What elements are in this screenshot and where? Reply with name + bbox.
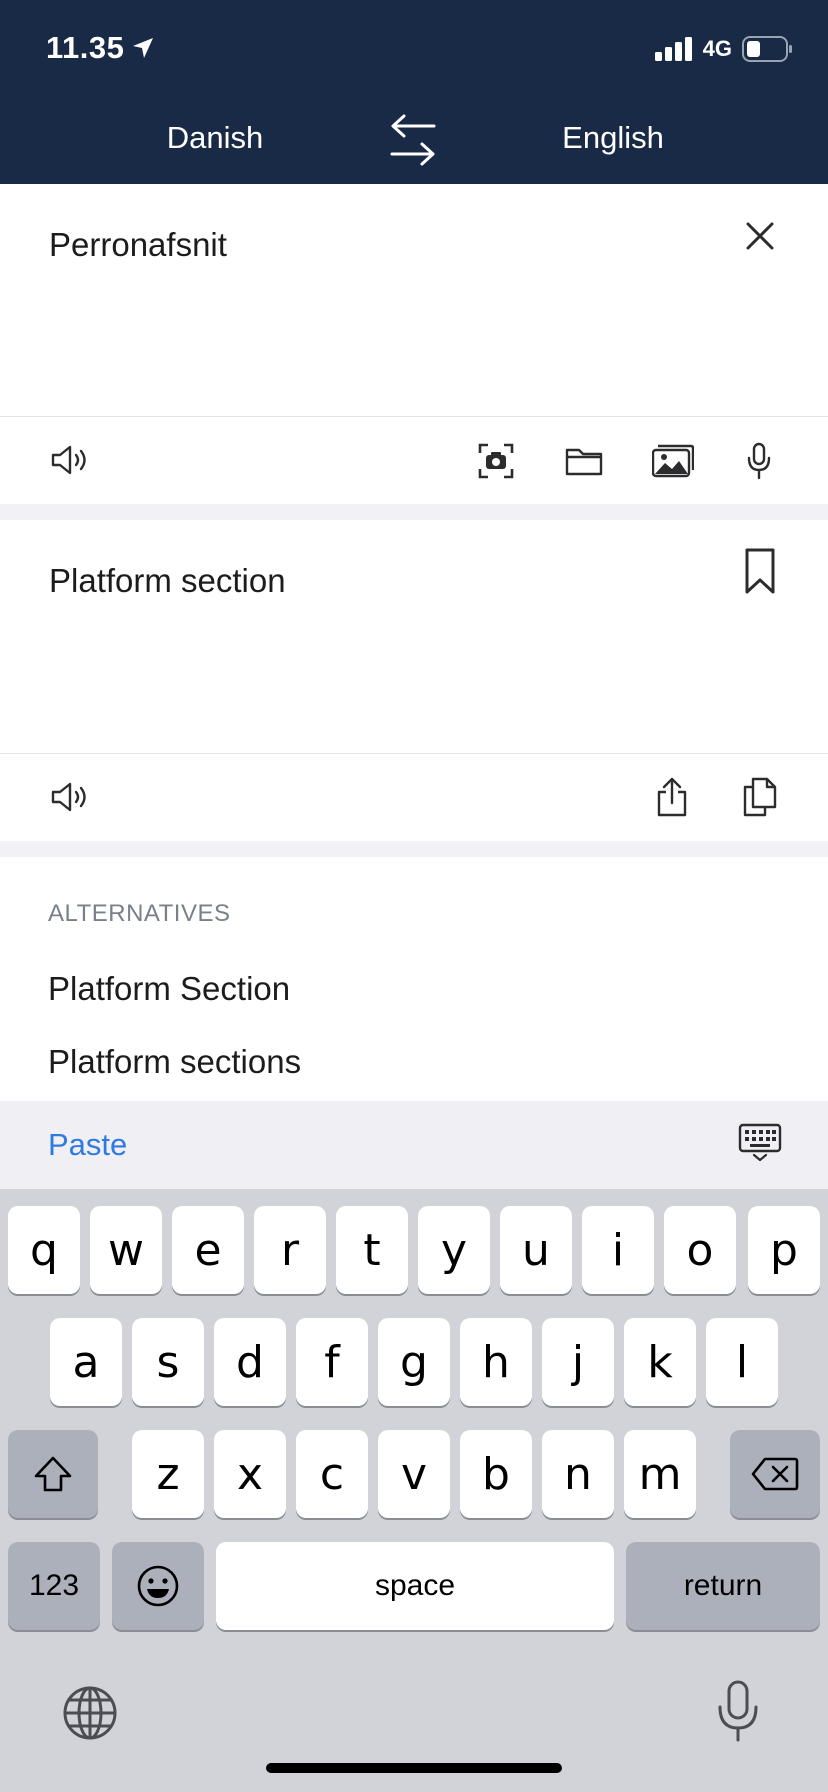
home-indicator — [266, 1763, 562, 1773]
key-u[interactable]: u — [500, 1206, 572, 1294]
panel-separator — [0, 841, 828, 857]
status-indicators: 4G — [654, 36, 794, 62]
key-v[interactable]: v — [378, 1430, 450, 1518]
photo-library-icon[interactable] — [652, 444, 694, 478]
bookmark-icon[interactable] — [744, 548, 776, 594]
microphone-icon[interactable] — [746, 442, 772, 480]
share-icon[interactable] — [656, 777, 688, 817]
keyboard-dismiss-icon[interactable] — [738, 1123, 782, 1163]
alternative-item[interactable]: Platform Section — [48, 970, 290, 1008]
space-key[interactable]: space — [216, 1542, 614, 1630]
key-y[interactable]: y — [418, 1206, 490, 1294]
camera-scan-icon[interactable] — [478, 443, 514, 479]
key-x[interactable]: x — [214, 1430, 286, 1518]
numbers-key[interactable]: 123 — [8, 1542, 100, 1630]
folder-icon[interactable] — [565, 446, 603, 476]
shift-key[interactable] — [8, 1430, 98, 1518]
key-a[interactable]: a — [50, 1318, 122, 1406]
key-g[interactable]: g — [378, 1318, 450, 1406]
key-z[interactable]: z — [132, 1430, 204, 1518]
key-k[interactable]: k — [624, 1318, 696, 1406]
swap-languages-icon[interactable] — [388, 112, 438, 168]
backspace-icon — [751, 1457, 799, 1491]
source-text-input[interactable]: Perronafsnit — [49, 226, 227, 264]
speaker-icon[interactable] — [50, 444, 90, 476]
key-m[interactable]: m — [624, 1430, 696, 1518]
key-l[interactable]: l — [706, 1318, 778, 1406]
globe-icon[interactable] — [62, 1685, 118, 1741]
result-divider — [0, 753, 828, 754]
source-divider — [0, 416, 828, 417]
key-r[interactable]: r — [254, 1206, 326, 1294]
paste-button[interactable]: Paste — [48, 1127, 127, 1163]
key-w[interactable]: w — [90, 1206, 162, 1294]
key-d[interactable]: d — [214, 1318, 286, 1406]
source-language-button[interactable]: Danish — [120, 120, 310, 156]
emoji-icon — [137, 1565, 179, 1607]
key-f[interactable]: f — [296, 1318, 368, 1406]
network-label: 4G — [702, 36, 732, 61]
key-j[interactable]: j — [542, 1318, 614, 1406]
key-t[interactable]: t — [336, 1206, 408, 1294]
key-b[interactable]: b — [460, 1430, 532, 1518]
key-n[interactable]: n — [542, 1430, 614, 1518]
copy-icon[interactable] — [741, 777, 777, 817]
target-language-button[interactable]: English — [518, 120, 708, 156]
key-o[interactable]: o — [664, 1206, 736, 1294]
key-p[interactable]: p — [748, 1206, 820, 1294]
status-time-label: 11.35 — [46, 30, 125, 65]
panel-separator — [0, 504, 828, 520]
shift-icon — [34, 1456, 72, 1492]
key-q[interactable]: q — [8, 1206, 80, 1294]
translation-result: Platform section — [49, 562, 286, 599]
signal-icon — [654, 37, 692, 61]
alternatives-title: ALTERNATIVES — [48, 900, 231, 927]
close-icon[interactable] — [740, 216, 780, 256]
key-h[interactable]: h — [460, 1318, 532, 1406]
app-header: 11.35 4G Danish English — [0, 0, 828, 184]
return-key[interactable]: return — [626, 1542, 820, 1630]
keyboard-accessory-bar: Paste — [0, 1101, 828, 1189]
backspace-key[interactable] — [730, 1430, 820, 1518]
key-i[interactable]: i — [582, 1206, 654, 1294]
dictation-microphone-icon[interactable] — [716, 1679, 760, 1743]
key-s[interactable]: s — [132, 1318, 204, 1406]
status-time: 11.35 — [46, 30, 156, 66]
alternative-item[interactable]: Platform sections — [48, 1043, 301, 1081]
battery-icon — [742, 36, 792, 62]
emoji-key[interactable] — [112, 1542, 204, 1630]
key-c[interactable]: c — [296, 1430, 368, 1518]
keyboard: q w e r t y u i o p a s d f g h j k l z … — [0, 1189, 828, 1792]
key-e[interactable]: e — [172, 1206, 244, 1294]
speaker-icon[interactable] — [50, 781, 90, 813]
location-arrow-icon — [133, 38, 154, 58]
